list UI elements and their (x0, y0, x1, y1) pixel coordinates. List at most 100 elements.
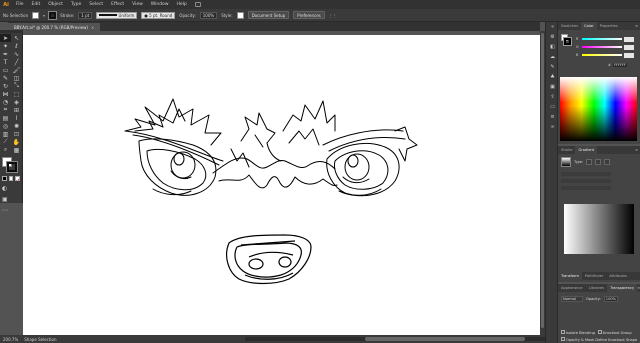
slider-b[interactable]: B (576, 52, 638, 58)
slider-r-value[interactable] (624, 36, 634, 42)
blend-mode-select[interactable]: Normal (561, 296, 583, 302)
stroke-color-box[interactable] (6, 161, 18, 173)
menu-help[interactable]: Help (173, 2, 191, 7)
hex-row[interactable]: # FFFFFF (608, 62, 638, 68)
type-tool-icon[interactable]: T (0, 58, 11, 66)
tab-gradient[interactable]: Gradient (575, 146, 598, 154)
hand-tool-icon[interactable]: ✋ (11, 138, 22, 146)
lasso-tool-icon[interactable]: ℓ (11, 42, 22, 50)
menu-effect[interactable]: Effect (107, 2, 128, 7)
menu-edit[interactable]: Edit (28, 2, 45, 7)
variable-width-profile[interactable]: Uniform (96, 11, 138, 19)
opacity-mask-box[interactable] (561, 337, 565, 341)
none-icon[interactable] (15, 176, 21, 181)
tab-color[interactable]: Color (581, 22, 597, 30)
perspective-grid-tool-icon[interactable]: ⌗ (0, 106, 11, 114)
rectangle-tool-icon[interactable]: ▭ (0, 66, 11, 74)
hex-value[interactable]: FFFFFF (612, 63, 628, 67)
symbol-sprayer-tool-icon[interactable]: ✺ (11, 122, 22, 130)
menu-view[interactable]: View (128, 2, 147, 7)
tab-properties[interactable]: Properties (597, 22, 621, 30)
direct-selection-tool-icon[interactable]: ↖ (11, 34, 22, 42)
close-tab-icon[interactable]: × (91, 25, 94, 30)
linear-gradient-button[interactable] (586, 159, 593, 165)
gradient-tool-icon[interactable]: ▤ (0, 114, 11, 122)
tab-pathfinder[interactable]: Pathfinder (582, 272, 606, 280)
tab-transparency[interactable]: Transparency (607, 284, 638, 292)
slice-tool-icon[interactable]: ⟋ (0, 138, 11, 146)
tab-libraries[interactable]: Libraries (586, 284, 608, 292)
knockout-group-box[interactable] (597, 330, 602, 334)
slider-g[interactable]: G (576, 44, 638, 50)
panel-stroke-swatch[interactable] (563, 37, 572, 46)
screen-mode-icon[interactable]: ▣ (2, 196, 8, 203)
slider-b-value[interactable] (624, 52, 634, 58)
blend-tool-icon[interactable]: ◎ (0, 122, 11, 130)
tab-swatches[interactable]: Swatches (558, 22, 581, 30)
fill-swatch[interactable] (32, 11, 40, 19)
zoom-tool-icon[interactable]: ⌕ (0, 146, 11, 154)
workspace-icon[interactable] (194, 2, 201, 7)
panel-menu-icon[interactable]: ≡ (635, 22, 640, 30)
isolate-blending-checkbox[interactable]: Isolate Blending (561, 330, 595, 335)
menu-object[interactable]: Object (44, 2, 67, 7)
live-paint-tool-icon[interactable]: ◈ (11, 98, 22, 106)
transparency-opacity-field[interactable]: 100% (603, 296, 618, 302)
isolate-blending-box[interactable] (561, 330, 565, 334)
width-tool-icon[interactable]: ⋈ (0, 90, 11, 98)
slider-g-value[interactable] (624, 44, 634, 50)
fill-stroke-widget[interactable] (0, 156, 22, 174)
selection-tool-icon[interactable]: ➤ (0, 34, 11, 42)
pen-tool-icon[interactable]: ✒ (0, 50, 11, 58)
brush-definition[interactable]: ● 5 pt. Round (141, 11, 176, 19)
eraser-tool-icon[interactable]: ◫ (11, 74, 22, 82)
mesh-tool-icon[interactable]: ⊞ (11, 106, 22, 114)
horizontal-scrollbar[interactable] (245, 337, 545, 341)
style-swatch[interactable] (236, 11, 244, 19)
gradient-menu-icon[interactable]: ≡ (635, 146, 640, 154)
menu-window[interactable]: Window (147, 2, 173, 7)
shaper-tool-icon[interactable]: ✎ (0, 74, 11, 82)
default-colors-icon[interactable] (2, 176, 7, 181)
tab-stroke[interactable]: Stroke (558, 146, 575, 154)
draw-mode-icon[interactable]: ◐ (2, 185, 7, 192)
gradient-option-row[interactable] (561, 186, 611, 190)
radial-gradient-button[interactable] (595, 159, 602, 165)
paintbrush-tool-icon[interactable]: 🖌 (11, 66, 22, 74)
edit-toolbar-icon[interactable]: ⋯ (2, 207, 8, 214)
scale-tool-icon[interactable]: ⤡ (11, 82, 22, 90)
canvas-area[interactable] (23, 31, 540, 335)
tab-attributes[interactable]: Attributes (606, 272, 630, 280)
fill-chevron-icon[interactable]: ▾ (43, 13, 45, 18)
eyedropper-tool-icon[interactable]: ⌇ (11, 114, 22, 122)
vertical-scroll-thumb[interactable] (541, 33, 544, 328)
document-setup-button[interactable]: Document Setup (247, 11, 290, 19)
slider-r-track[interactable] (582, 38, 622, 40)
stroke-weight-field[interactable]: 1 pt (78, 11, 93, 19)
free-transform-tool-icon[interactable]: ⬚ (11, 90, 22, 98)
color-icon[interactable] (8, 176, 14, 181)
slider-r[interactable]: R (576, 36, 638, 42)
menu-type[interactable]: Type (67, 2, 85, 7)
rotate-tool-icon[interactable]: ↻ (0, 82, 11, 90)
gradient-option-row[interactable] (561, 179, 611, 183)
freeform-gradient-button[interactable] (604, 159, 611, 165)
slider-g-track[interactable] (582, 46, 622, 48)
artboard-tool-icon[interactable]: ⊡ (11, 130, 22, 138)
tab-transform[interactable]: Transform (558, 272, 582, 280)
gradient-option-row[interactable] (561, 172, 611, 176)
slider-b-track[interactable] (582, 54, 622, 56)
artboard[interactable] (23, 35, 540, 335)
menu-select[interactable]: Select (85, 2, 107, 7)
menu-file[interactable]: File (12, 2, 28, 7)
knockout-group-checkbox[interactable]: Knockout Group (597, 330, 632, 335)
stroke-swatch[interactable] (48, 10, 58, 20)
color-spectrum[interactable] (560, 77, 637, 141)
opacity-field[interactable]: 100% (199, 11, 218, 19)
gradient-preview[interactable] (564, 204, 634, 254)
print-tiling-tool-icon[interactable]: ▦ (11, 146, 22, 154)
gradient-thumbnail[interactable] (561, 157, 571, 167)
preferences-button[interactable]: Preferences (293, 11, 325, 19)
align-icon[interactable]: ⋮⋮ (329, 13, 337, 18)
magic-wand-tool-icon[interactable]: ✦ (0, 42, 11, 50)
